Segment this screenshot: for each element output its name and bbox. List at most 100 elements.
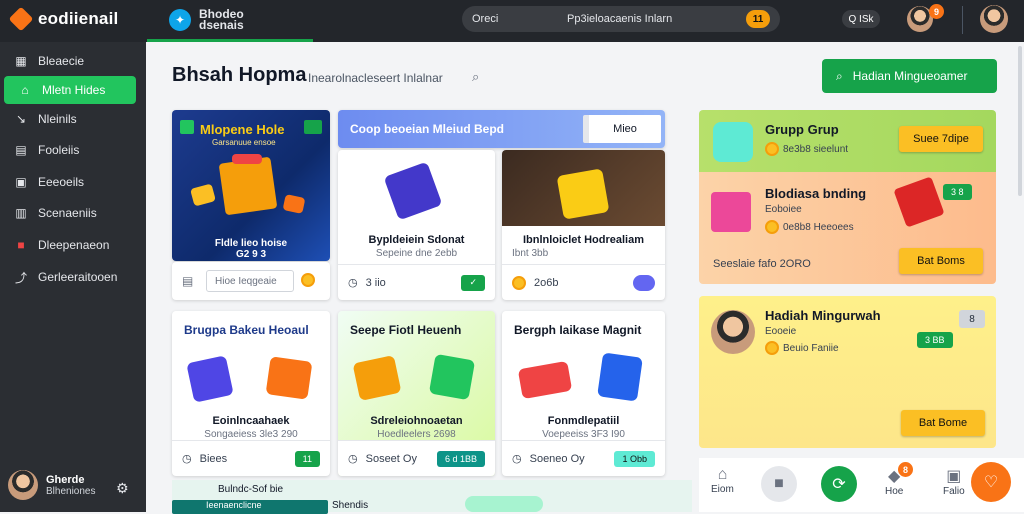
gift-ribbon-icon — [232, 154, 262, 164]
sidebar-item-label: Gerleeraitooen — [38, 270, 118, 284]
gift-icon: ■ — [761, 466, 797, 502]
search-bar[interactable]: Oreci Pp3ieloacaenis Inlarn 11 — [462, 6, 780, 32]
reward-card-2[interactable]: Ibnlnloiclet Hodrealiam Ibnt 3bb 2o6b — [502, 150, 665, 300]
offer-note: Seeslaie fafo 2ORO — [713, 258, 811, 270]
card-badge[interactable]: ✓ — [461, 274, 485, 291]
share-icon: ⤴ — [14, 270, 27, 285]
sidebar-item-4[interactable]: ▤ Fooleiis — [0, 136, 146, 164]
primary-action-button[interactable]: ⌕ Hadian Mingueoamer — [822, 59, 997, 93]
app-logo[interactable]: eodiienail — [8, 6, 119, 32]
panel-title: Grupp Grup — [765, 122, 839, 137]
sidebar-item-7[interactable]: ■ Dleepenaeon — [0, 231, 146, 259]
reward-card-1[interactable]: Bypldeiein Sdonat Sepeine dne 2ebb ◷ 3 i… — [338, 150, 495, 300]
search-scope[interactable]: Oreci — [472, 13, 567, 25]
offer-title: Blodiasa bnding — [765, 186, 867, 201]
bottom-nav-label: Hoe — [885, 486, 904, 497]
group-card-3[interactable]: Bergph Iaikase Magnit Fonmdlepatiil Voep… — [502, 311, 665, 476]
gift-box-icon — [352, 355, 402, 401]
sidebar-item-label: Eeeoeils — [38, 175, 85, 189]
clock-icon: ◷ — [512, 453, 522, 465]
primary-action-label: Hadian Mingueoamer — [852, 69, 968, 83]
bottom-nav-label: Eiom — [711, 484, 734, 495]
card-footer-label: 2o6b — [534, 276, 559, 289]
bottom-nav-refresh[interactable]: ⟳ — [821, 466, 857, 502]
card-badge[interactable]: 6 d 1BB — [436, 450, 485, 467]
card-badge[interactable]: 1 Obb — [614, 450, 655, 467]
card-title: Bergph Iaikase Magnit — [514, 323, 642, 337]
promo-badge-icon — [304, 120, 322, 134]
bottom-nav-label: Falio — [943, 486, 965, 497]
divider — [962, 6, 963, 34]
logo-icon — [8, 6, 34, 32]
reward-button[interactable]: Bat Bome — [901, 410, 985, 436]
refresh-icon: ⟳ — [821, 466, 857, 502]
bottom-nav-gift[interactable]: ■ — [761, 466, 797, 502]
card-title: Ibnlnloiclet Hodrealiam — [522, 234, 645, 246]
group-panel[interactable]: Grupp Grup 8e3b8 sieelunt Suee 7dipe — [699, 110, 996, 172]
panel-button[interactable]: Suee 7dipe — [899, 126, 983, 152]
search-icon[interactable]: ⌕ — [472, 69, 479, 85]
gift-box-icon — [711, 192, 751, 232]
offer-button[interactable]: Bat Boms — [899, 248, 983, 274]
reward-panel[interactable]: Hadiah Mingurwah Eooeie Beuio Faniie 8 3… — [699, 296, 996, 448]
home-icon: ⌂ — [717, 466, 728, 483]
sidebar-item-2[interactable]: ⌂ Mletn Hides — [4, 76, 136, 104]
sidebar-item-6[interactable]: ▥ Scenaeniis — [0, 199, 146, 227]
promo-tag-icon — [180, 120, 194, 134]
app-tab[interactable]: ✦ Bhodeo dsenais — [147, 0, 313, 42]
bottom-nav-profile[interactable]: ▣ Falio — [943, 466, 965, 497]
language-pill[interactable]: Q ISk — [842, 10, 880, 28]
sidebar-item-3[interactable]: ↘ Nleinils — [0, 105, 146, 133]
offer-meta: 0e8b8 Heeoees — [765, 220, 854, 234]
notification-badge[interactable]: 9 — [929, 4, 944, 19]
coin-icon — [765, 341, 779, 355]
sidebar-item-5[interactable]: ▣ Eeeoeils — [0, 168, 146, 196]
bottom-nav: ⌂ Eiom ■ ⟳ ◆ Hoe 8 ▣ Falio ♡ — [699, 458, 1024, 512]
search-input[interactable]: Pp3ieloacaenis Inlarn — [567, 13, 746, 25]
chat-button[interactable]: ♡ — [971, 462, 1011, 502]
promo-card[interactable]: Mlopene Hole Garsanuue ensoe Fldle lieo … — [172, 110, 330, 261]
gear-icon[interactable]: ⚙ — [116, 480, 129, 497]
offer-panel[interactable]: Blodiasa bnding Eoboiee 0e8b8 Heeoees 3 … — [699, 172, 996, 284]
report-icon: ▥ — [15, 206, 27, 220]
sidebar-item-label: Mletn Hides — [42, 83, 106, 97]
top-bar: eodiienail ✦ Bhodeo dsenais Oreci Pp3iel… — [0, 0, 1024, 42]
coin-icon — [765, 220, 779, 234]
panel-subtitle: 8e3b8 sieelunt — [765, 142, 848, 156]
card-subtitle: Fonmdlepatiil — [547, 415, 620, 427]
group-card-2[interactable]: Seepe Fiotl Heuenh Sdreleiohnoaetan Hoed… — [338, 311, 495, 476]
group-card-1[interactable]: Brugpa Bakeu Heoaul Eoinlncaahaek Songae… — [172, 311, 330, 476]
card-badge[interactable]: 11 — [294, 450, 320, 467]
card-title: Seepe Fiotl Heuenh — [350, 323, 462, 337]
card-subtitle: Sdreleiohnoaetan — [370, 415, 463, 427]
app-tab-icon: ✦ — [169, 8, 191, 31]
sidebar-item-8[interactable]: ⤴ Gerleeraitooen — [0, 263, 146, 291]
table-icon: ▤ — [15, 143, 27, 157]
reward-meta-text: Beuio Faniie — [783, 342, 839, 354]
coin-icon — [512, 275, 526, 290]
card-meta: Songaeiess 3le3 290 — [204, 429, 298, 440]
bottom-nav-home[interactable]: ⌂ Eiom — [711, 466, 734, 495]
gem-box-icon — [428, 353, 476, 401]
small-gift-icon — [282, 194, 306, 214]
sidebar-user[interactable]: Gherde Blheniones — [8, 470, 95, 500]
logo-text: eodiienail — [38, 9, 119, 28]
sidebar-item-1[interactable]: ▦ Bleaecie — [0, 47, 146, 75]
scrollbar[interactable] — [1018, 46, 1022, 196]
clock-icon: ◷ — [182, 453, 192, 465]
banner-button[interactable]: Mieo — [583, 115, 661, 143]
document-icon[interactable]: ▤ — [182, 274, 193, 288]
card-subtitle: Sepeine dne 2ebb — [375, 248, 458, 259]
strip-pill[interactable] — [465, 496, 543, 512]
coin-icon — [765, 142, 779, 156]
app-tab-label: Bhodeo dsenais — [199, 6, 244, 32]
reward-avatar — [711, 310, 755, 354]
code-input[interactable]: Hioe Ieqgeaie — [206, 270, 294, 292]
strip-title: Bulndc-Sof bie — [218, 484, 284, 495]
profile-avatar[interactable] — [980, 5, 1008, 33]
home-icon: ⌂ — [21, 83, 29, 97]
card-footer: 2o6b — [502, 264, 665, 300]
tag-icon — [383, 161, 443, 221]
coin-icon — [301, 273, 315, 287]
toggle-icon[interactable] — [633, 274, 655, 291]
